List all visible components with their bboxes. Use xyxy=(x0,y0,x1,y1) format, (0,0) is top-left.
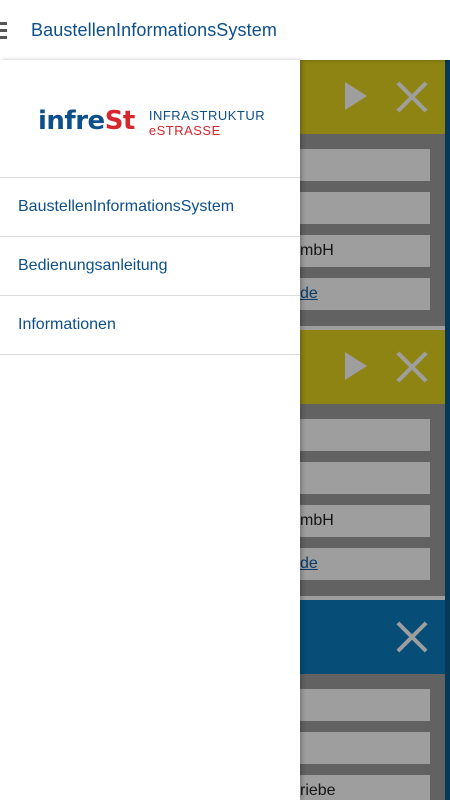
card-field: mbH xyxy=(300,505,430,537)
play-icon[interactable] xyxy=(345,82,367,110)
card-field xyxy=(300,732,430,764)
close-icon[interactable] xyxy=(395,620,429,654)
drawer-item-bedienungsanleitung[interactable]: Bedienungsanleitung xyxy=(0,237,300,296)
logo-line-1: INFRASTRUKTUR xyxy=(148,108,266,123)
card-link[interactable]: de xyxy=(300,548,430,580)
card-field xyxy=(300,462,430,494)
card-field xyxy=(300,149,430,181)
logo-mark: infreSt xyxy=(38,106,135,136)
card-field xyxy=(300,689,430,721)
close-icon[interactable] xyxy=(395,350,429,384)
card-link[interactable]: de xyxy=(300,278,430,310)
app: BaustellenInformationsSystem mbH de mbH … xyxy=(0,0,450,800)
card-field xyxy=(300,419,430,451)
app-bar: BaustellenInformationsSystem xyxy=(0,0,450,60)
card-field xyxy=(300,192,430,224)
drawer-item-baustelleninformationssystem[interactable]: BaustellenInformationsSystem xyxy=(0,178,300,237)
play-icon[interactable] xyxy=(345,352,367,380)
navigation-drawer: infreSt INFRASTRUKTUR eSTRASSE Baustelle… xyxy=(0,60,300,800)
drawer-header: infreSt INFRASTRUKTUR eSTRASSE xyxy=(0,60,300,178)
drawer-item-informationen[interactable]: Informationen xyxy=(0,296,300,355)
close-icon[interactable] xyxy=(395,80,429,114)
app-title: BaustellenInformationsSystem xyxy=(31,19,277,40)
logo-subtitle: INFRASTRUKTUR eSTRASSE xyxy=(149,108,265,138)
card-field: mbH xyxy=(300,235,430,267)
hamburger-menu-icon[interactable] xyxy=(0,0,24,60)
right-edge-strip xyxy=(445,60,450,800)
card-field: riebe xyxy=(300,775,430,800)
logo-line-2: eSTRASSE xyxy=(148,123,221,138)
infrest-logo: infreSt INFRASTRUKTUR eSTRASSE xyxy=(38,106,265,138)
